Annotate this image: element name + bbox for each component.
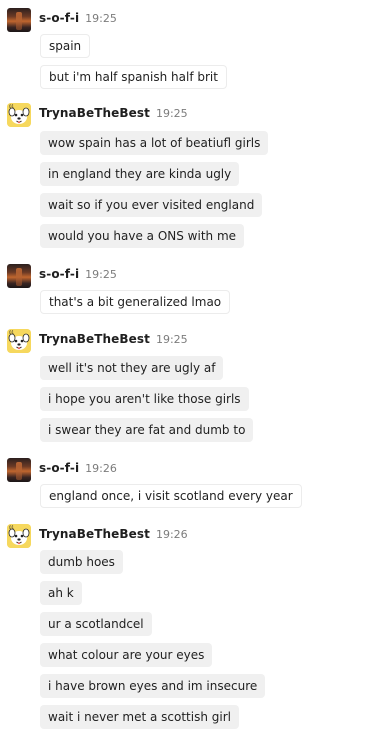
username[interactable]: TrynaBeTheBest <box>39 527 150 541</box>
message-bubble: i hope you aren't like those girls <box>40 387 249 411</box>
timestamp: 19:25 <box>155 333 188 346</box>
message-bubble: would you have a ONS with me <box>40 224 245 248</box>
dog-face-icon: 01 <box>7 329 31 353</box>
message-header: s-o-f-i 19:26 <box>39 461 117 477</box>
username[interactable]: TrynaBeTheBest <box>39 106 150 120</box>
message-bubble: ah k <box>40 581 82 605</box>
message-bubble: ur a scotlandcel <box>40 612 152 636</box>
user-avatar[interactable] <box>7 8 31 32</box>
svg-text:01: 01 <box>9 104 15 109</box>
message-bubble: what colour are your eyes <box>40 643 213 667</box>
timestamp: 19:26 <box>155 528 188 541</box>
timestamp: 19:25 <box>155 107 188 120</box>
timestamp: 19:25 <box>85 12 117 25</box>
user-avatar[interactable] <box>7 458 31 482</box>
timestamp: 19:26 <box>85 462 117 475</box>
svg-text:01: 01 <box>9 525 15 530</box>
message-header: TrynaBeTheBest 19:25 <box>39 106 188 122</box>
message-bubble: i swear they are fat and dumb to <box>40 418 254 442</box>
dog-face-icon: 01 <box>7 524 31 548</box>
message-bubble: in england they are kinda ugly <box>40 162 240 186</box>
username[interactable]: s-o-f-i <box>39 461 79 475</box>
user-avatar[interactable] <box>7 264 31 288</box>
message-bubble: wait i never met a scottish girl <box>40 705 239 729</box>
message-bubble: wait so if you ever visited england <box>40 193 263 217</box>
user-avatar[interactable]: 01 <box>7 329 31 353</box>
message-bubble: but i'm half spanish half brit <box>40 65 227 89</box>
username[interactable]: s-o-f-i <box>39 11 79 25</box>
message-header: s-o-f-i 19:25 <box>39 267 117 283</box>
username[interactable]: s-o-f-i <box>39 267 79 281</box>
message-bubble: wow spain has a lot of beatiufl girls <box>40 131 269 155</box>
svg-text:01: 01 <box>9 330 15 335</box>
username[interactable]: TrynaBeTheBest <box>39 332 150 346</box>
user-avatar[interactable]: 01 <box>7 524 31 548</box>
message-header: s-o-f-i 19:25 <box>39 11 117 27</box>
message-bubble: spain <box>40 34 91 58</box>
message-bubble: england once, i visit scotland every yea… <box>40 484 302 508</box>
message-bubble: that's a bit generalized lmao <box>40 290 231 314</box>
user-avatar[interactable]: 01 <box>7 103 31 127</box>
message-bubble: i have brown eyes and im insecure <box>40 674 266 698</box>
timestamp: 19:25 <box>85 268 117 281</box>
message-bubble: well it's not they are ugly af <box>40 356 224 380</box>
message-bubble: dumb hoes <box>40 550 123 574</box>
message-header: TrynaBeTheBest 19:26 <box>39 527 188 543</box>
dog-face-icon: 01 <box>7 103 31 127</box>
message-header: TrynaBeTheBest 19:25 <box>39 332 188 348</box>
